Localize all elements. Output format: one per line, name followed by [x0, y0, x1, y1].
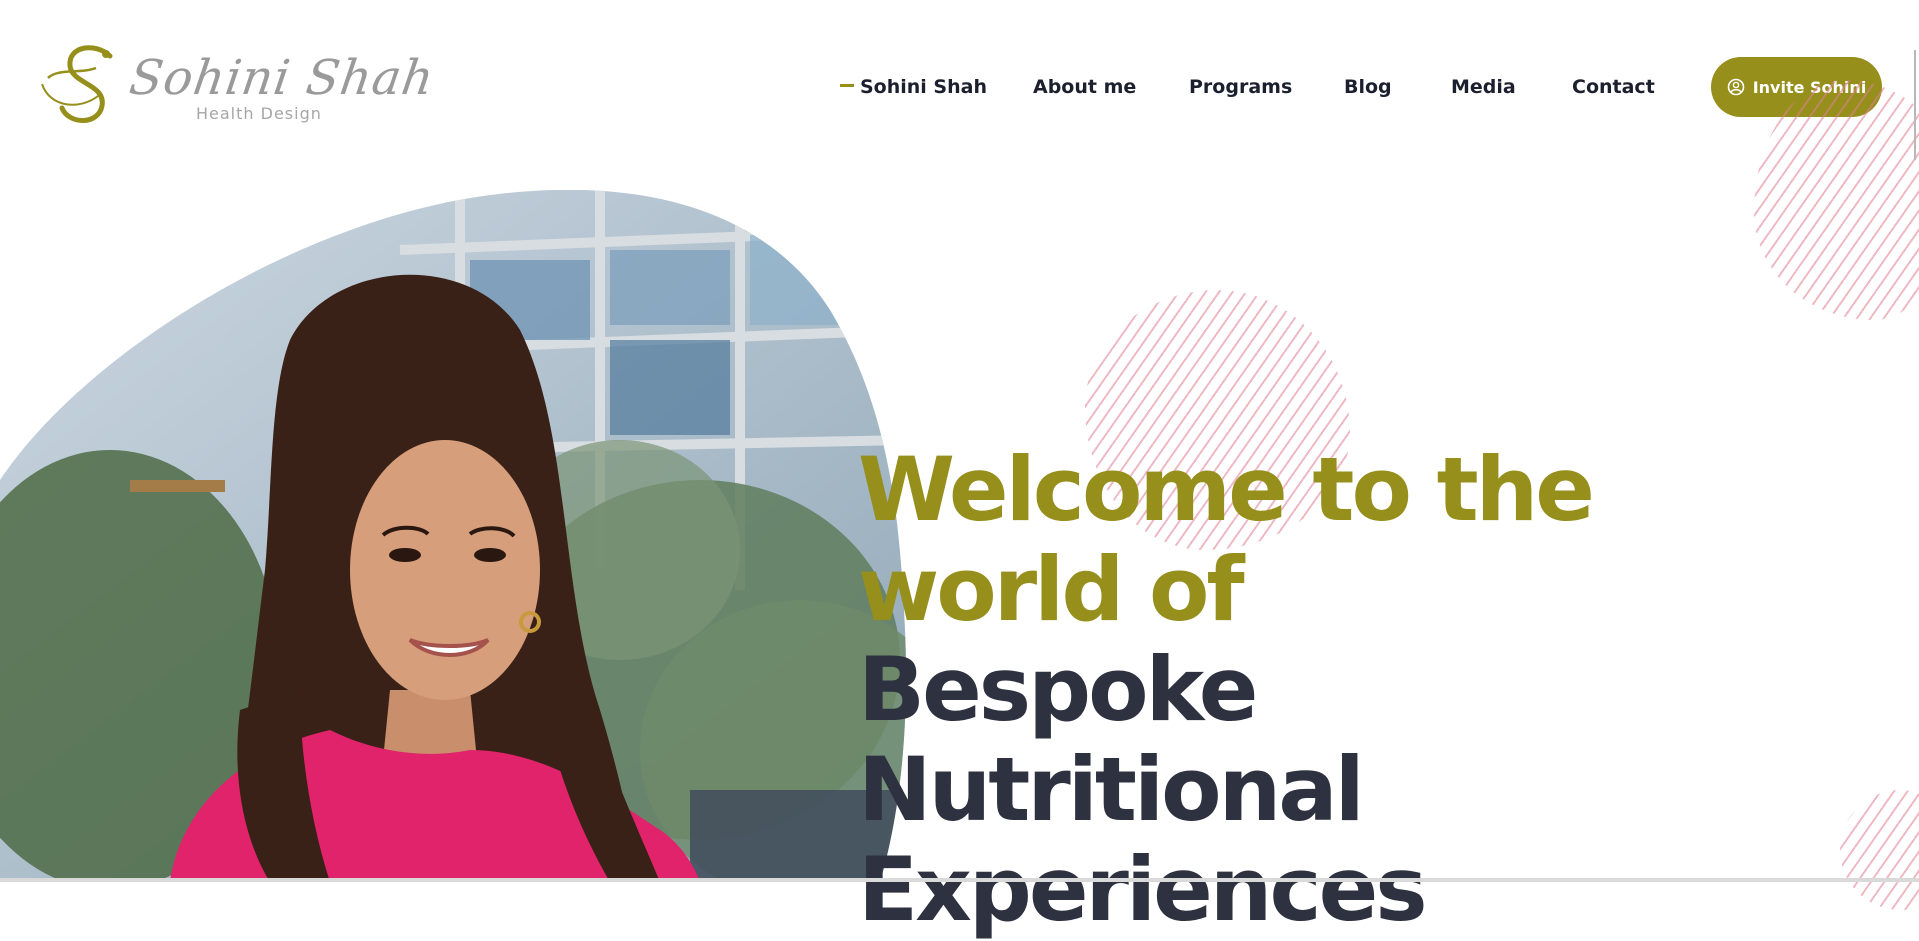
- nav-item-contact[interactable]: Contact: [1572, 76, 1655, 98]
- hero-heading: Welcome to the world of Bespoke Nutritio…: [858, 440, 1758, 940]
- decorative-stripes-bottom-right: [1840, 790, 1919, 910]
- hero-line-5: Experiences: [858, 838, 1428, 941]
- logo-tagline: Health Design: [196, 104, 322, 123]
- nav-item-blog[interactable]: Blog: [1344, 76, 1392, 98]
- nav-item-about-me[interactable]: About me: [1033, 76, 1136, 98]
- horizontal-scrollbar[interactable]: [0, 878, 1919, 882]
- nav-item-media[interactable]: Media: [1451, 76, 1516, 98]
- vertical-scrollbar[interactable]: [1914, 50, 1916, 160]
- main-nav: Sohini Shah About me Programs Blog Media…: [0, 76, 1919, 100]
- nav-item-label: Sohini Shah: [860, 76, 987, 98]
- hero-line-1: Welcome to the: [858, 438, 1595, 541]
- nav-item-sohini-shah[interactable]: Sohini Shah: [840, 76, 987, 98]
- hero-line-3: Bespoke: [858, 638, 1258, 741]
- hero-line-2: world of: [858, 538, 1245, 641]
- hero-portrait-image: [0, 190, 906, 882]
- hero-line-4: Nutritional: [858, 738, 1365, 841]
- user-circle-icon: [1727, 78, 1745, 96]
- active-indicator: [840, 84, 854, 87]
- nav-item-programs[interactable]: Programs: [1189, 76, 1292, 98]
